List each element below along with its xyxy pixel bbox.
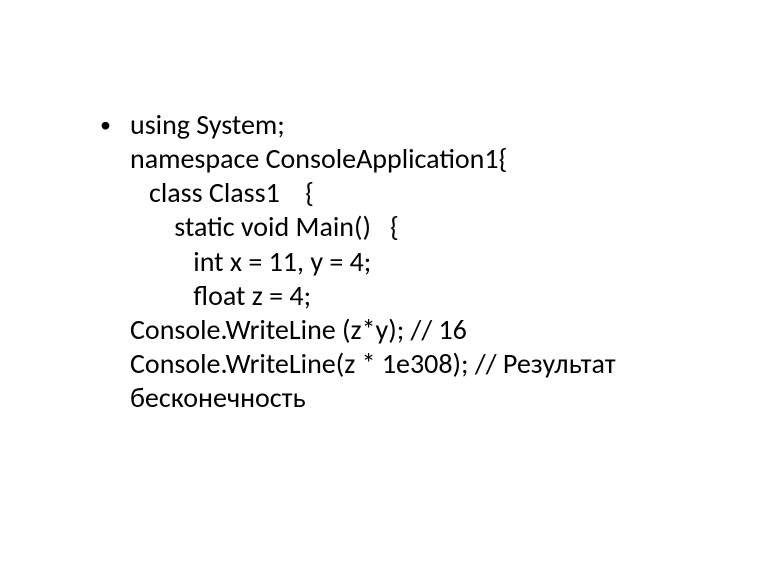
code-line: static void Main() { xyxy=(130,210,708,244)
code-line: using System; xyxy=(130,108,708,142)
bullet-item: • using System; namespace ConsoleApplica… xyxy=(98,108,708,415)
code-line: namespace ConsoleApplication1{ xyxy=(130,142,708,176)
bullet-glyph: • xyxy=(98,108,130,142)
code-block: using System; namespace ConsoleApplicati… xyxy=(130,108,708,415)
slide: • using System; namespace ConsoleApplica… xyxy=(0,0,768,576)
code-line: int x = 11, y = 4; xyxy=(130,245,708,279)
code-line: Console.WriteLine(z * 1e308); // Результ… xyxy=(130,347,708,415)
code-line: Console.WriteLine (z*y); // 16 xyxy=(130,313,708,347)
code-line: class Class1 { xyxy=(130,176,708,210)
slide-content: • using System; namespace ConsoleApplica… xyxy=(98,108,708,415)
code-line: float z = 4; xyxy=(130,279,708,313)
